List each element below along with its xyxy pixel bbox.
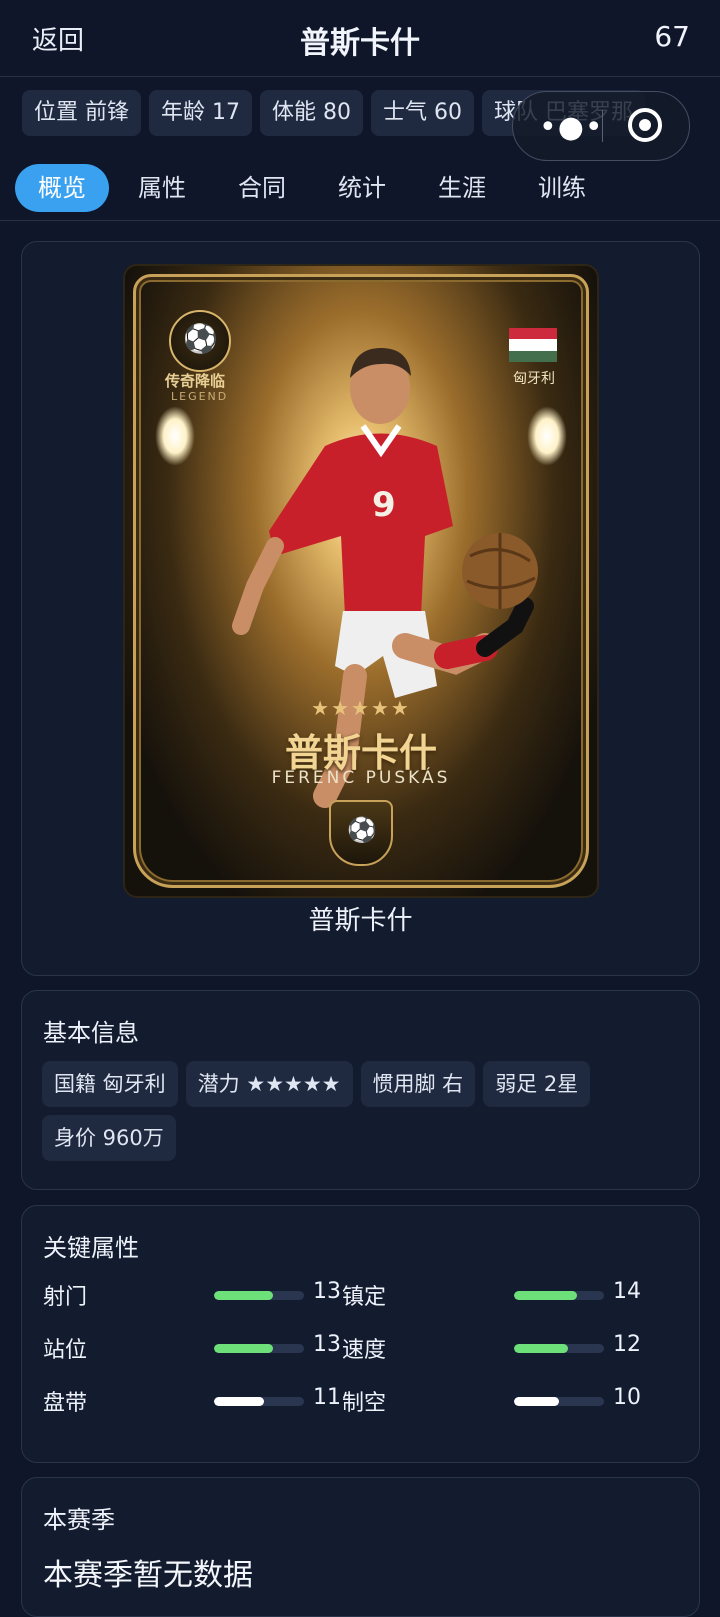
tab-contract[interactable]: 合同 <box>226 164 298 212</box>
chip-position: 位置 前锋 <box>22 90 141 136</box>
attribute-value: 10 <box>613 1385 641 1410</box>
tag-nationality: 国籍 匈牙利 <box>42 1061 178 1107</box>
player-name: 普斯卡什 <box>308 906 413 936</box>
attribute-row: 盘带 11 制空 10 <box>22 1385 699 1425</box>
mini-program-capsule: •●• <box>512 91 690 161</box>
attribute-bar <box>514 1291 604 1300</box>
attribute-label: 速度 <box>342 1338 387 1363</box>
tag-preferred-foot: 惯用脚 右 <box>360 1061 476 1107</box>
basic-info-tags: 国籍 匈牙利 潜力 ★★★★★ 惯用脚 右弱足 2星身价 960万 <box>42 1061 682 1169</box>
capsule-divider <box>602 110 603 142</box>
attribute-label: 盘带 <box>43 1391 88 1416</box>
attribute-value: 13 <box>313 1332 341 1357</box>
attribute-label: 射门 <box>43 1285 88 1310</box>
attribute-bar-fill <box>514 1397 559 1406</box>
attribute-bar <box>214 1291 304 1300</box>
attribute-value: 13 <box>313 1279 341 1304</box>
more-dots-icon[interactable]: •●• <box>539 110 604 145</box>
section-title: 基本信息 <box>43 1019 139 1047</box>
tag-weak-foot: 弱足 2星 <box>483 1061 591 1107</box>
season-panel: 本赛季 本赛季暂无数据 <box>21 1477 700 1617</box>
attribute-bar <box>214 1344 304 1353</box>
attribute-bar-fill <box>214 1291 273 1300</box>
player-card-panel: 传奇降临 LEGEND 匈牙利 9 ★★★★★ <box>21 241 700 976</box>
chip-stamina: 体能 80 <box>260 90 363 136</box>
tag-potential: 潜力 ★★★★★ <box>185 1061 353 1107</box>
section-title: 关键属性 <box>43 1234 139 1262</box>
attribute-row: 站位 13 速度 12 <box>22 1332 699 1372</box>
attribute-bar-fill <box>214 1397 264 1406</box>
tab-career[interactable]: 生涯 <box>426 164 498 212</box>
section-title: 本赛季 <box>43 1506 115 1534</box>
attribute-bar-fill <box>514 1291 577 1300</box>
attribute-bar <box>214 1397 304 1406</box>
attribute-value: 14 <box>613 1279 641 1304</box>
chip-age: 年龄 17 <box>149 90 252 136</box>
attribute-bar-fill <box>214 1344 273 1353</box>
attribute-value: 12 <box>613 1332 641 1357</box>
chip-morale: 士气 60 <box>371 90 474 136</box>
overall-rating: 67 <box>654 20 690 53</box>
attribute-label: 镇定 <box>342 1285 387 1310</box>
shirt-number: 9 <box>372 485 396 525</box>
attribute-bar <box>514 1397 604 1406</box>
attribute-label: 站位 <box>43 1338 88 1363</box>
attribute-bar-fill <box>514 1344 568 1353</box>
tab-training[interactable]: 训练 <box>526 164 598 212</box>
tab-bar: 概览 属性 合同 统计 生涯 训练 <box>0 160 720 221</box>
player-card-image[interactable]: 传奇降临 LEGEND 匈牙利 9 ★★★★★ <box>123 264 599 898</box>
card-stars: ★★★★★ <box>311 696 411 720</box>
tab-attributes[interactable]: 属性 <box>126 164 198 212</box>
tab-stats[interactable]: 统计 <box>326 164 398 212</box>
attribute-row: 射门 13 镇定 14 <box>22 1279 699 1319</box>
attribute-bar <box>514 1344 604 1353</box>
basic-info-panel: 基本信息 国籍 匈牙利 潜力 ★★★★★ 惯用脚 右弱足 2星身价 960万 <box>21 990 700 1190</box>
target-close-icon[interactable] <box>628 108 662 142</box>
top-bar: 返回 普斯卡什 67 <box>0 0 720 77</box>
tab-overview[interactable]: 概览 <box>15 164 109 212</box>
key-attributes-panel: 关键属性 射门 13 镇定 14 站位 13 速度 12 盘带 11 制空 10 <box>21 1205 700 1463</box>
tag-value: 身价 960万 <box>42 1115 176 1161</box>
season-empty-text: 本赛季暂无数据 <box>43 1558 253 1593</box>
page-title: 普斯卡什 <box>300 26 420 61</box>
attribute-value: 11 <box>313 1385 341 1410</box>
card-player-name-en: FERENC PUSKÁS <box>271 768 451 788</box>
attribute-label: 制空 <box>342 1391 387 1416</box>
card-badge-icon <box>329 800 393 866</box>
